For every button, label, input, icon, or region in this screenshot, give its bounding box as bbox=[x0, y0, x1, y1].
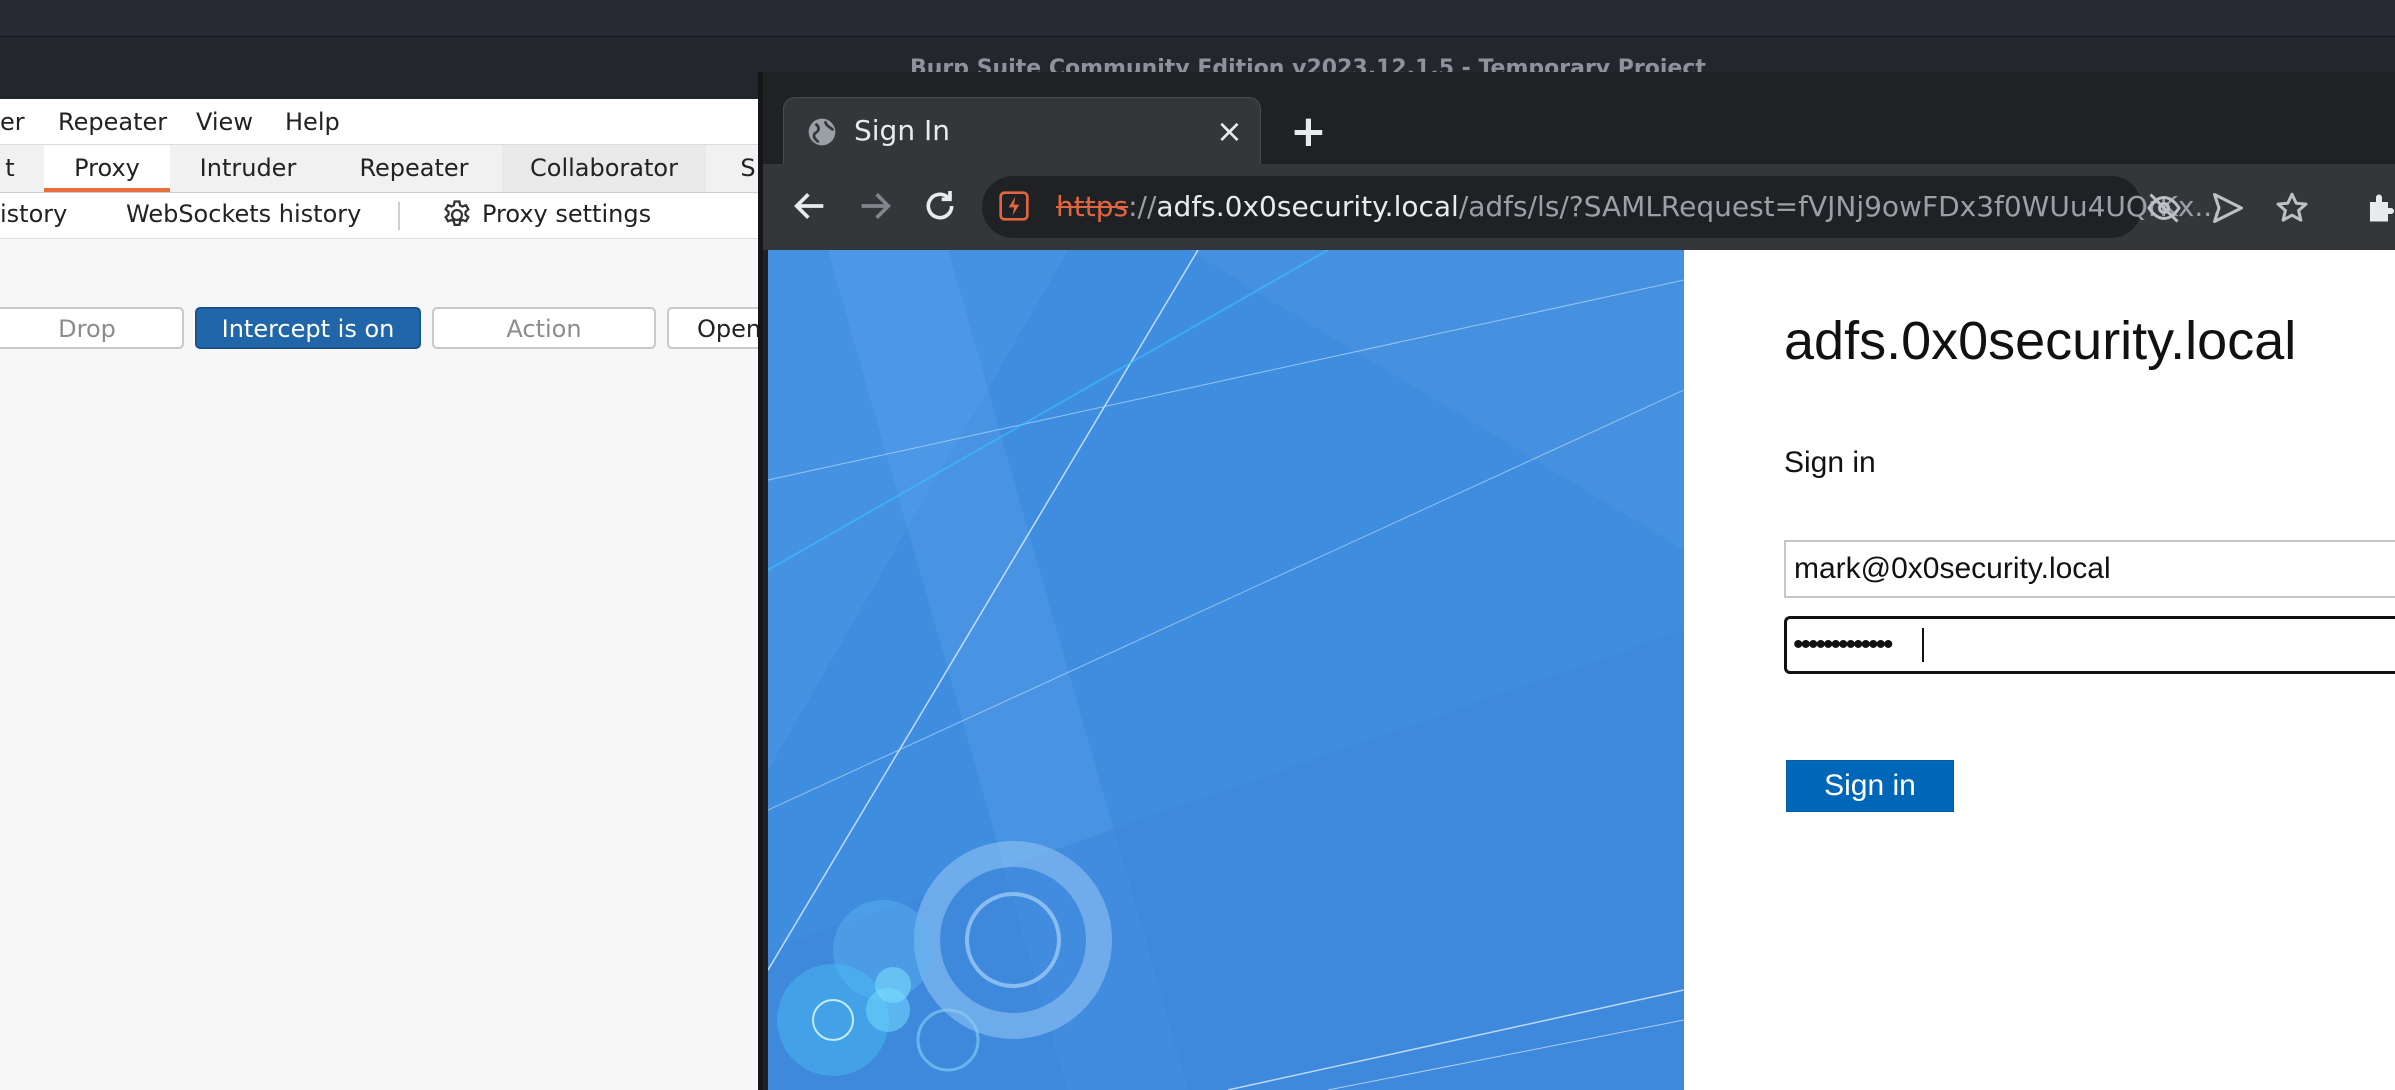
menu-item-help[interactable]: Help bbox=[285, 108, 340, 136]
subtab-divider bbox=[398, 202, 400, 230]
background-illustration bbox=[768, 250, 1684, 1090]
action-button[interactable]: Action bbox=[432, 307, 656, 349]
eye-off-icon[interactable] bbox=[2146, 190, 2182, 226]
site-title: adfs.0x0security.local bbox=[1784, 311, 2297, 371]
send-icon[interactable] bbox=[2210, 190, 2246, 226]
password-input[interactable]: ••••••••••••• bbox=[1784, 616, 2395, 674]
url-separator: :// bbox=[1128, 190, 1157, 223]
forward-arrow-icon[interactable] bbox=[855, 186, 895, 226]
signin-heading: Sign in bbox=[1784, 446, 1876, 479]
subtab-http-history[interactable]: istory bbox=[0, 200, 67, 228]
subtab-websockets-history[interactable]: WebSockets history bbox=[126, 200, 361, 228]
drop-button[interactable]: Drop bbox=[0, 307, 184, 349]
username-input[interactable]: mark@0x0security.local bbox=[1784, 540, 2395, 598]
new-tab-button[interactable]: + bbox=[1290, 106, 1327, 157]
signin-button[interactable]: Sign in bbox=[1786, 760, 1954, 812]
os-top-bar bbox=[0, 0, 2395, 37]
reload-icon[interactable] bbox=[920, 186, 960, 226]
globe-icon bbox=[808, 118, 836, 146]
tab-collaborator[interactable]: Collaborator bbox=[502, 145, 706, 192]
close-icon[interactable]: × bbox=[1216, 112, 1243, 150]
url-scheme: https bbox=[1056, 190, 1129, 223]
extensions-icon[interactable] bbox=[2364, 190, 2395, 226]
url-host: adfs.0x0security.local bbox=[1156, 190, 1459, 223]
open-browser-button[interactable]: Open bbox=[667, 307, 767, 349]
url-text[interactable]: https://adfs.0x0security.local/adfs/ls/?… bbox=[1056, 190, 2221, 223]
star-icon[interactable] bbox=[2274, 190, 2310, 226]
menu-item-partial[interactable]: er bbox=[0, 108, 25, 136]
tab-intruder[interactable]: Intruder bbox=[184, 145, 312, 192]
gear-icon[interactable] bbox=[440, 198, 474, 232]
burp-main-area bbox=[0, 99, 758, 1090]
browser-tab-title: Sign In bbox=[854, 114, 950, 147]
intercept-toggle-button[interactable]: Intercept is on bbox=[195, 307, 421, 349]
tab-repeater[interactable]: Repeater bbox=[344, 145, 484, 192]
not-secure-icon[interactable] bbox=[998, 190, 1030, 222]
menu-item-view[interactable]: View bbox=[196, 108, 253, 136]
text-caret bbox=[1922, 628, 1924, 662]
tab-proxy[interactable]: Proxy bbox=[44, 145, 170, 192]
tab-partial[interactable]: t bbox=[0, 145, 20, 192]
proxy-settings-link[interactable]: Proxy settings bbox=[482, 200, 651, 228]
url-path: /adfs/ls/?SAMLRequest=fVJNj9owFDx3f0WUu4… bbox=[1458, 190, 2222, 223]
back-arrow-icon[interactable] bbox=[790, 186, 830, 226]
tab-partial-right[interactable]: S bbox=[738, 145, 758, 192]
menu-item-repeater[interactable]: Repeater bbox=[58, 108, 167, 136]
